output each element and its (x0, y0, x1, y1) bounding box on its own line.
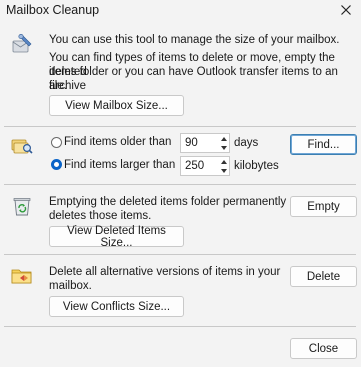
older-than-input[interactable] (181, 134, 217, 152)
mailbox-tool-icon (10, 33, 34, 55)
larger-than-label: Find items larger than (64, 159, 176, 171)
intro-line-4: file. (49, 80, 67, 92)
conflicts-line-2: mailbox. (49, 280, 92, 292)
separator (4, 184, 356, 185)
close-window-icon[interactable] (337, 1, 355, 19)
window-title: Mailbox Cleanup (6, 3, 100, 17)
separator (4, 254, 356, 255)
conflicts-folder-icon (10, 264, 34, 286)
older-than-up-arrow-icon[interactable] (218, 134, 229, 143)
larger-than-unit: kilobytes (234, 160, 279, 172)
larger-than-input[interactable] (181, 157, 217, 175)
separator (4, 326, 356, 327)
larger-than-radio[interactable] (51, 159, 62, 170)
deleted-line-1: Emptying the deleted items folder perman… (49, 196, 287, 208)
recycle-bin-icon (10, 195, 34, 217)
older-than-down-arrow-icon[interactable] (218, 143, 229, 152)
older-than-stepper[interactable] (180, 133, 230, 153)
older-than-radio[interactable] (51, 137, 62, 148)
title-bar: Mailbox Cleanup (0, 0, 361, 22)
larger-than-stepper[interactable] (180, 156, 230, 176)
view-mailbox-size-button[interactable]: View Mailbox Size... (49, 95, 184, 116)
view-conflicts-size-button[interactable]: View Conflicts Size... (49, 296, 184, 317)
separator (4, 126, 356, 127)
find-items-icon (10, 135, 34, 157)
conflicts-line-1: Delete all alternative versions of items… (49, 266, 281, 278)
larger-than-up-arrow-icon[interactable] (218, 157, 229, 166)
deleted-line-2: deletes those items. (49, 210, 152, 222)
close-button[interactable]: Close (290, 338, 357, 359)
intro-line-1: You can use this tool to manage the size… (49, 34, 340, 46)
delete-button[interactable]: Delete (290, 266, 357, 287)
larger-than-down-arrow-icon[interactable] (218, 166, 229, 175)
older-than-unit: days (234, 137, 259, 149)
view-deleted-items-size-button[interactable]: View Deleted Items Size... (49, 225, 184, 249)
empty-button[interactable]: Empty (290, 196, 357, 217)
find-button[interactable]: Find... (290, 134, 357, 155)
intro-line-3: items folder or you can have Outlook tra… (49, 66, 338, 92)
older-than-label: Find items older than (64, 136, 172, 148)
